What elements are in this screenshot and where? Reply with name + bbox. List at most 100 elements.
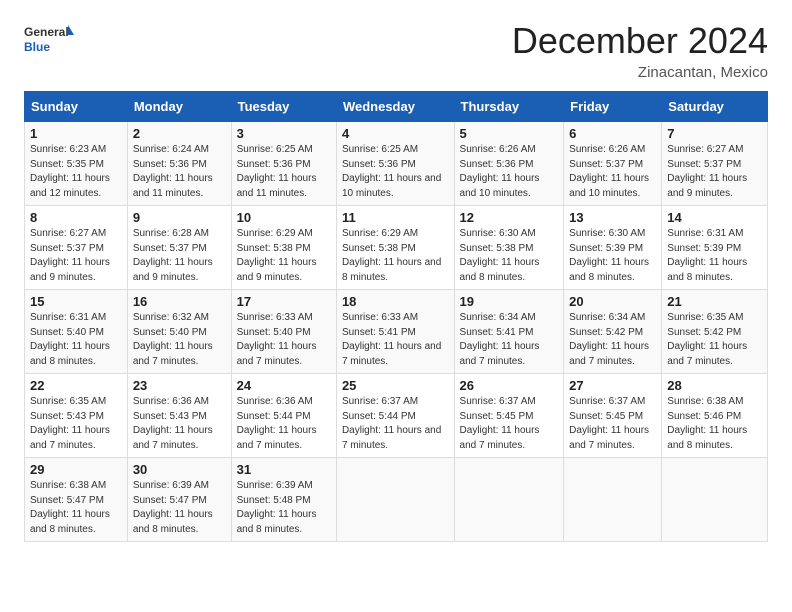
day-number: 25 xyxy=(342,378,449,393)
day-number: 8 xyxy=(30,210,122,225)
header: General Blue December 2024 Zinacantan, M… xyxy=(24,20,768,81)
day-number: 16 xyxy=(133,294,226,309)
day-number: 6 xyxy=(569,126,656,141)
col-wednesday: Wednesday xyxy=(336,92,454,122)
title-section: December 2024 Zinacantan, Mexico xyxy=(512,20,768,81)
col-tuesday: Tuesday xyxy=(231,92,336,122)
svg-text:Blue: Blue xyxy=(24,40,50,54)
day-number: 22 xyxy=(30,378,122,393)
svg-text:General: General xyxy=(24,25,69,39)
calendar-cell: 21 Sunrise: 6:35 AM Sunset: 5:42 PM Dayl… xyxy=(662,290,768,374)
calendar-cell: 2 Sunrise: 6:24 AM Sunset: 5:36 PM Dayli… xyxy=(127,122,231,206)
day-number: 18 xyxy=(342,294,449,309)
day-number: 28 xyxy=(667,378,762,393)
day-info: Sunrise: 6:34 AM Sunset: 5:42 PM Dayligh… xyxy=(569,311,656,369)
day-info: Sunrise: 6:26 AM Sunset: 5:37 PM Dayligh… xyxy=(569,143,656,201)
calendar-cell: 19 Sunrise: 6:34 AM Sunset: 5:41 PM Dayl… xyxy=(454,290,564,374)
day-number: 29 xyxy=(30,462,122,477)
calendar-cell: 31 Sunrise: 6:39 AM Sunset: 5:48 PM Dayl… xyxy=(231,458,336,542)
calendar-cell: 23 Sunrise: 6:36 AM Sunset: 5:43 PM Dayl… xyxy=(127,374,231,458)
day-info: Sunrise: 6:33 AM Sunset: 5:41 PM Dayligh… xyxy=(342,311,449,369)
day-info: Sunrise: 6:25 AM Sunset: 5:36 PM Dayligh… xyxy=(342,143,449,201)
day-info: Sunrise: 6:32 AM Sunset: 5:40 PM Dayligh… xyxy=(133,311,226,369)
day-number: 15 xyxy=(30,294,122,309)
calendar-cell: 18 Sunrise: 6:33 AM Sunset: 5:41 PM Dayl… xyxy=(336,290,454,374)
calendar-cell: 13 Sunrise: 6:30 AM Sunset: 5:39 PM Dayl… xyxy=(564,206,662,290)
day-info: Sunrise: 6:37 AM Sunset: 5:45 PM Dayligh… xyxy=(460,395,559,453)
day-info: Sunrise: 6:23 AM Sunset: 5:35 PM Dayligh… xyxy=(30,143,122,201)
calendar-cell: 9 Sunrise: 6:28 AM Sunset: 5:37 PM Dayli… xyxy=(127,206,231,290)
calendar-cell: 10 Sunrise: 6:29 AM Sunset: 5:38 PM Dayl… xyxy=(231,206,336,290)
calendar-cell: 16 Sunrise: 6:32 AM Sunset: 5:40 PM Dayl… xyxy=(127,290,231,374)
calendar-cell: 29 Sunrise: 6:38 AM Sunset: 5:47 PM Dayl… xyxy=(25,458,128,542)
calendar-cell: 22 Sunrise: 6:35 AM Sunset: 5:43 PM Dayl… xyxy=(25,374,128,458)
header-row: Sunday Monday Tuesday Wednesday Thursday… xyxy=(25,92,768,122)
week-row-3: 15 Sunrise: 6:31 AM Sunset: 5:40 PM Dayl… xyxy=(25,290,768,374)
day-number: 26 xyxy=(460,378,559,393)
day-info: Sunrise: 6:38 AM Sunset: 5:47 PM Dayligh… xyxy=(30,479,122,537)
day-number: 30 xyxy=(133,462,226,477)
day-info: Sunrise: 6:35 AM Sunset: 5:42 PM Dayligh… xyxy=(667,311,762,369)
day-number: 10 xyxy=(237,210,331,225)
day-number: 23 xyxy=(133,378,226,393)
location-subtitle: Zinacantan, Mexico xyxy=(512,64,768,81)
calendar-cell xyxy=(662,458,768,542)
day-info: Sunrise: 6:33 AM Sunset: 5:40 PM Dayligh… xyxy=(237,311,331,369)
day-info: Sunrise: 6:36 AM Sunset: 5:43 PM Dayligh… xyxy=(133,395,226,453)
day-info: Sunrise: 6:34 AM Sunset: 5:41 PM Dayligh… xyxy=(460,311,559,369)
calendar-cell: 15 Sunrise: 6:31 AM Sunset: 5:40 PM Dayl… xyxy=(25,290,128,374)
day-number: 19 xyxy=(460,294,559,309)
col-saturday: Saturday xyxy=(662,92,768,122)
day-info: Sunrise: 6:38 AM Sunset: 5:46 PM Dayligh… xyxy=(667,395,762,453)
day-number: 24 xyxy=(237,378,331,393)
calendar-cell xyxy=(454,458,564,542)
day-info: Sunrise: 6:27 AM Sunset: 5:37 PM Dayligh… xyxy=(30,227,122,285)
day-info: Sunrise: 6:29 AM Sunset: 5:38 PM Dayligh… xyxy=(237,227,331,285)
calendar-body: 1 Sunrise: 6:23 AM Sunset: 5:35 PM Dayli… xyxy=(25,122,768,542)
col-sunday: Sunday xyxy=(25,92,128,122)
day-info: Sunrise: 6:29 AM Sunset: 5:38 PM Dayligh… xyxy=(342,227,449,285)
day-info: Sunrise: 6:31 AM Sunset: 5:40 PM Dayligh… xyxy=(30,311,122,369)
day-number: 4 xyxy=(342,126,449,141)
month-year-title: December 2024 xyxy=(512,20,768,62)
calendar-cell: 14 Sunrise: 6:31 AM Sunset: 5:39 PM Dayl… xyxy=(662,206,768,290)
day-number: 31 xyxy=(237,462,331,477)
day-info: Sunrise: 6:30 AM Sunset: 5:39 PM Dayligh… xyxy=(569,227,656,285)
day-info: Sunrise: 6:27 AM Sunset: 5:37 PM Dayligh… xyxy=(667,143,762,201)
day-number: 17 xyxy=(237,294,331,309)
day-number: 12 xyxy=(460,210,559,225)
calendar-cell: 24 Sunrise: 6:36 AM Sunset: 5:44 PM Dayl… xyxy=(231,374,336,458)
day-info: Sunrise: 6:39 AM Sunset: 5:48 PM Dayligh… xyxy=(237,479,331,537)
col-monday: Monday xyxy=(127,92,231,122)
week-row-5: 29 Sunrise: 6:38 AM Sunset: 5:47 PM Dayl… xyxy=(25,458,768,542)
calendar-cell: 1 Sunrise: 6:23 AM Sunset: 5:35 PM Dayli… xyxy=(25,122,128,206)
col-thursday: Thursday xyxy=(454,92,564,122)
day-number: 5 xyxy=(460,126,559,141)
day-info: Sunrise: 6:30 AM Sunset: 5:38 PM Dayligh… xyxy=(460,227,559,285)
calendar-cell: 3 Sunrise: 6:25 AM Sunset: 5:36 PM Dayli… xyxy=(231,122,336,206)
day-number: 7 xyxy=(667,126,762,141)
calendar-cell: 25 Sunrise: 6:37 AM Sunset: 5:44 PM Dayl… xyxy=(336,374,454,458)
day-number: 2 xyxy=(133,126,226,141)
calendar-cell: 11 Sunrise: 6:29 AM Sunset: 5:38 PM Dayl… xyxy=(336,206,454,290)
logo: General Blue xyxy=(24,20,74,60)
calendar-cell xyxy=(564,458,662,542)
day-number: 3 xyxy=(237,126,331,141)
col-friday: Friday xyxy=(564,92,662,122)
day-info: Sunrise: 6:37 AM Sunset: 5:45 PM Dayligh… xyxy=(569,395,656,453)
day-number: 11 xyxy=(342,210,449,225)
day-info: Sunrise: 6:37 AM Sunset: 5:44 PM Dayligh… xyxy=(342,395,449,453)
day-number: 9 xyxy=(133,210,226,225)
calendar-cell xyxy=(336,458,454,542)
calendar-cell: 20 Sunrise: 6:34 AM Sunset: 5:42 PM Dayl… xyxy=(564,290,662,374)
day-number: 27 xyxy=(569,378,656,393)
day-number: 14 xyxy=(667,210,762,225)
calendar-cell: 28 Sunrise: 6:38 AM Sunset: 5:46 PM Dayl… xyxy=(662,374,768,458)
day-info: Sunrise: 6:39 AM Sunset: 5:47 PM Dayligh… xyxy=(133,479,226,537)
day-info: Sunrise: 6:28 AM Sunset: 5:37 PM Dayligh… xyxy=(133,227,226,285)
day-number: 20 xyxy=(569,294,656,309)
calendar-cell: 27 Sunrise: 6:37 AM Sunset: 5:45 PM Dayl… xyxy=(564,374,662,458)
day-info: Sunrise: 6:36 AM Sunset: 5:44 PM Dayligh… xyxy=(237,395,331,453)
day-info: Sunrise: 6:26 AM Sunset: 5:36 PM Dayligh… xyxy=(460,143,559,201)
day-info: Sunrise: 6:35 AM Sunset: 5:43 PM Dayligh… xyxy=(30,395,122,453)
